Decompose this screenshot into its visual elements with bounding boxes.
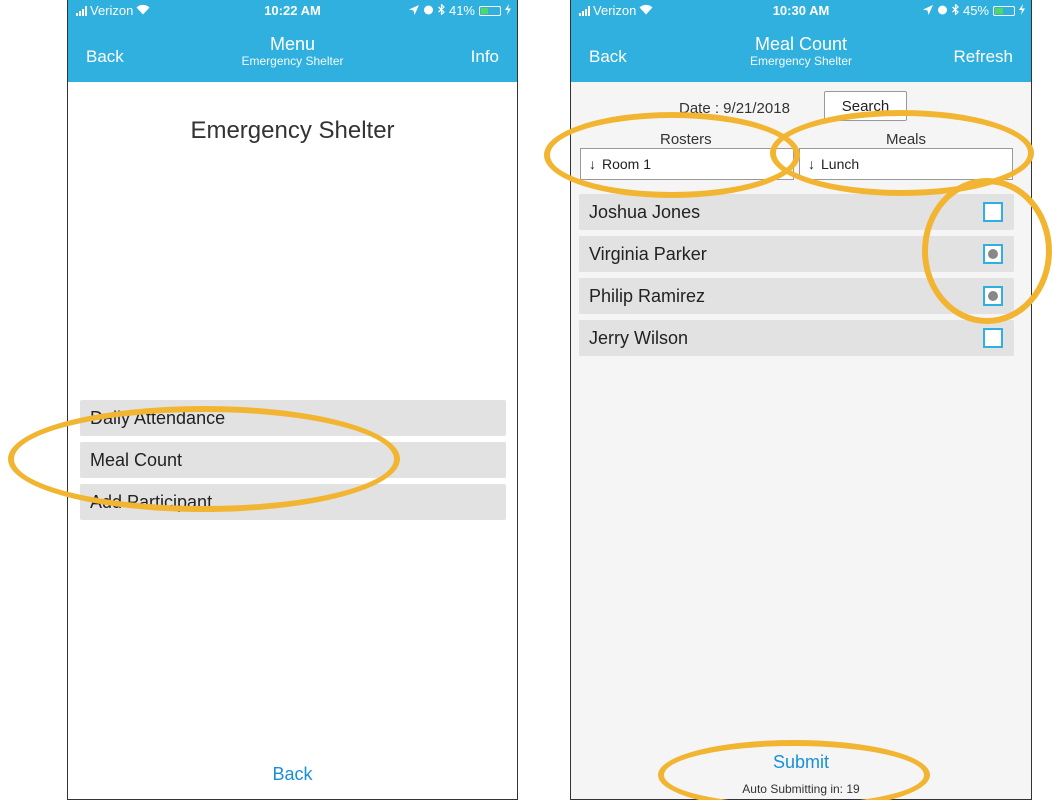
alarm-icon — [937, 3, 948, 18]
list-item[interactable]: Philip Ramirez — [579, 278, 1014, 314]
charging-icon — [1019, 3, 1025, 18]
bottom-back-button[interactable]: Back — [68, 764, 517, 785]
info-button[interactable]: Info — [471, 47, 499, 67]
checkbox[interactable] — [983, 244, 1003, 264]
battery-fill — [995, 7, 1003, 14]
date-row: Date : 9/21/2018 Search — [571, 91, 1031, 121]
status-right: 41% — [408, 3, 511, 18]
battery-icon — [993, 5, 1015, 16]
meals-label: Meals — [886, 131, 927, 148]
list-item[interactable]: Jerry Wilson — [579, 320, 1014, 356]
checkbox[interactable] — [983, 286, 1003, 306]
meal-value: Lunch — [821, 156, 860, 172]
menu-item-meal-count[interactable]: Meal Count — [80, 442, 506, 478]
auto-submit-countdown: Auto Submitting in: 19 — [742, 782, 860, 796]
participant-list: Joshua Jones Virginia Parker Philip Rami… — [579, 194, 1014, 362]
nav-bar: Verizon 10:22 AM 41% Back Menu Emergency… — [68, 0, 517, 82]
menu-item-add-participant[interactable]: Add Participant — [80, 484, 506, 520]
list-item[interactable]: Virginia Parker — [579, 236, 1014, 272]
participant-name: Virginia Parker — [589, 244, 707, 264]
nav-title-block: Menu Emergency Shelter — [68, 34, 517, 69]
date-label: Date : 9/21/2018 — [679, 100, 790, 117]
search-button[interactable]: Search — [824, 91, 907, 121]
participant-name: Philip Ramirez — [589, 286, 706, 306]
roster-select[interactable]: ↓ Room 1 — [580, 148, 794, 180]
list-item[interactable]: Joshua Jones — [579, 194, 1014, 230]
roster-value: Room 1 — [602, 156, 652, 172]
participant-name: Jerry Wilson — [589, 328, 689, 348]
status-bar: Verizon 10:22 AM 41% — [68, 0, 517, 22]
arrow-down-icon: ↓ — [589, 156, 596, 172]
participant-name: Joshua Jones — [589, 202, 701, 222]
menu-list: Daily Attendance Meal Count Add Particip… — [80, 400, 506, 526]
rosters-label: Rosters — [660, 131, 712, 148]
status-right: 45% — [922, 3, 1025, 18]
page-title: Emergency Shelter — [190, 117, 395, 144]
submit-button[interactable]: Submit — [571, 752, 1031, 773]
nav-subtitle: Emergency Shelter — [241, 54, 344, 68]
meal-count-content: Date : 9/21/2018 Search Rosters Meals ↓ R… — [571, 82, 1031, 799]
alarm-icon — [423, 3, 434, 18]
charging-icon — [505, 3, 511, 18]
arrow-down-icon: ↓ — [808, 156, 815, 172]
bluetooth-icon — [438, 3, 445, 18]
check-dot-icon — [988, 249, 998, 259]
location-icon — [408, 3, 419, 18]
status-bar: Verizon 10:30 AM 45% — [571, 0, 1031, 22]
refresh-button[interactable]: Refresh — [953, 47, 1013, 67]
battery-percent: 45% — [962, 3, 989, 18]
phone-screen-meal-count: Verizon 10:30 AM 45% Back Meal Count Eme… — [570, 0, 1032, 800]
nav-bar: Verizon 10:30 AM 45% Back Meal Count Eme… — [571, 0, 1031, 82]
phone-screen-menu: Verizon 10:22 AM 41% Back Menu Emergency… — [67, 0, 518, 800]
checkbox[interactable] — [983, 328, 1003, 348]
location-icon — [922, 3, 933, 18]
meal-select[interactable]: ↓ Lunch — [799, 148, 1013, 180]
battery-fill — [481, 7, 488, 14]
check-dot-icon — [988, 291, 998, 301]
bluetooth-icon — [952, 3, 959, 18]
nav-title: Menu — [269, 34, 316, 54]
battery-percent: 41% — [448, 3, 475, 18]
battery-icon — [479, 5, 501, 16]
checkbox[interactable] — [983, 202, 1003, 222]
menu-item-daily-attendance[interactable]: Daily Attendance — [80, 400, 506, 436]
